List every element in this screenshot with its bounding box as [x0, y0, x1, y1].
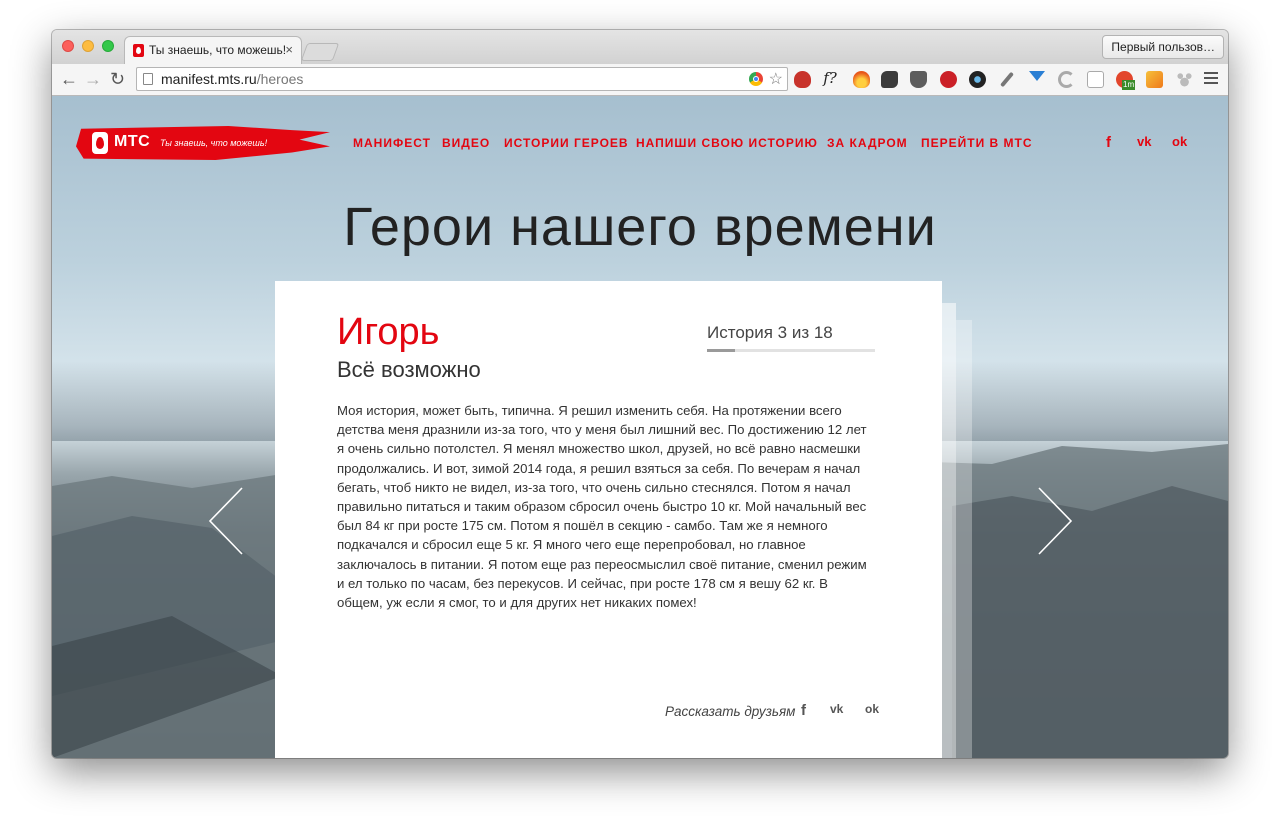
spinner-icon[interactable]: [1058, 71, 1075, 88]
share-facebook-icon[interactable]: f: [801, 702, 806, 719]
chrome-icon[interactable]: [749, 72, 763, 86]
vk-icon[interactable]: vk: [1137, 134, 1151, 149]
share-vk-icon[interactable]: vk: [830, 702, 843, 716]
card-stack-shadow: [942, 303, 956, 758]
forward-arrow-icon[interactable]: →: [84, 68, 102, 90]
story-subtitle: Всё возможно: [337, 357, 481, 382]
share-odnoklassniki-icon[interactable]: ok: [865, 702, 879, 716]
story-card: Игорь Всё возможно История 3 из 18 Моя и…: [275, 281, 942, 758]
reload-icon[interactable]: ↻: [110, 68, 125, 90]
bookmark-star-icon[interactable]: ☆: [769, 69, 783, 89]
tab-close-icon[interactable]: ×: [285, 42, 293, 57]
nav-video[interactable]: ВИДЕО: [442, 136, 490, 150]
profile-button[interactable]: Первый пользов…: [1102, 35, 1224, 59]
close-window-button[interactable]: [62, 40, 74, 52]
maximize-window-button[interactable]: [102, 40, 114, 52]
url-host: manifest.mts.ru: [161, 71, 257, 87]
previous-story-arrow-icon[interactable]: [208, 486, 248, 556]
page-icon: [143, 73, 153, 85]
flame-icon[interactable]: [853, 71, 870, 88]
mts-logo[interactable]: МТС Ты знаешь, что можешь!: [76, 126, 330, 160]
back-arrow-icon[interactable]: ←: [60, 68, 78, 90]
hero-name: Игорь: [337, 311, 440, 353]
nav-write-story[interactable]: НАПИШИ СВОЮ ИСТОРИЮ: [636, 136, 818, 150]
ublock-icon[interactable]: [794, 71, 811, 88]
story-counter: История 3 из 18: [707, 323, 833, 342]
nav-go-to-mts[interactable]: ПЕРЕЙТИ В МТС: [921, 136, 1033, 150]
story-text: Моя история, может быть, типична. Я реши…: [337, 403, 867, 611]
pocket-icon[interactable]: [910, 71, 927, 88]
pinterest-icon[interactable]: [940, 71, 957, 88]
page-viewport: МТС Ты знаешь, что можешь! МАНИФЕСТ ВИДЕ…: [52, 96, 1228, 758]
minimize-window-button[interactable]: [82, 40, 94, 52]
browser-toolbar: ← → ↻ manifest.mts.ru/heroes ☆ f? 1m: [52, 64, 1228, 96]
evernote-icon[interactable]: [881, 71, 898, 88]
nav-behind-scenes[interactable]: ЗА КАДРОМ: [827, 136, 908, 150]
badge-1m-icon[interactable]: 1m: [1116, 71, 1136, 90]
card-stack-shadow: [956, 320, 972, 758]
reader-icon[interactable]: [1087, 71, 1104, 88]
badge-1m-label: 1m: [1122, 80, 1136, 90]
tab-active[interactable]: Ты знаешь, что можешь! ×: [124, 36, 302, 64]
nav-manifest[interactable]: МАНИФЕСТ: [353, 136, 431, 150]
font-icon[interactable]: f?: [821, 69, 839, 87]
paw-icon[interactable]: [1176, 71, 1193, 88]
chart-icon[interactable]: [1146, 71, 1163, 88]
odnoklassniki-icon[interactable]: ok: [1172, 134, 1187, 149]
page-title: Герои нашего времени: [343, 197, 937, 257]
share-label: Рассказать друзьям: [665, 704, 796, 719]
story-progress-bar: [707, 349, 875, 352]
tab-title: Ты знаешь, что можешь!: [149, 43, 287, 57]
menu-icon[interactable]: [1204, 72, 1218, 86]
lens-icon[interactable]: [969, 71, 986, 88]
facebook-icon[interactable]: f: [1106, 134, 1111, 151]
tab-bar: Ты знаешь, что можешь! × Первый пользов…: [52, 30, 1228, 64]
eyedropper-icon[interactable]: [1000, 71, 1014, 88]
yandex-icon[interactable]: [1029, 71, 1045, 81]
new-tab-button[interactable]: [300, 43, 340, 61]
brand-name: МТС: [114, 133, 151, 150]
url-path: /heroes: [256, 71, 304, 87]
nav-hero-stories[interactable]: ИСТОРИИ ГЕРОЕВ: [504, 136, 629, 150]
mts-egg-icon: [92, 132, 108, 154]
story-progress-fill: [707, 349, 735, 352]
url-text[interactable]: manifest.mts.ru/heroes: [161, 71, 303, 87]
brand-slogan: Ты знаешь, что можешь!: [160, 138, 268, 148]
mts-favicon-icon: [133, 44, 144, 57]
next-story-arrow-icon[interactable]: [1037, 486, 1077, 556]
address-bar[interactable]: manifest.mts.ru/heroes ☆: [136, 67, 788, 91]
browser-window: Ты знаешь, что можешь! × Первый пользов……: [52, 30, 1228, 758]
